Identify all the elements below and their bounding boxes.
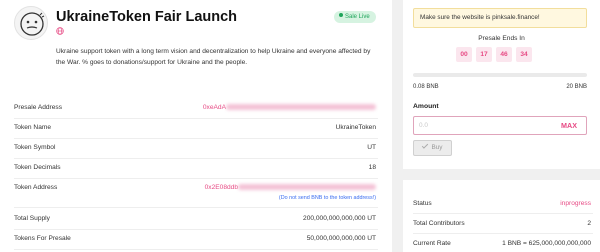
face-logo-icon: [20, 12, 45, 36]
countdown-hours: 17: [476, 47, 492, 62]
total-supply-row: Total Supply 200,000,000,000,000 UT: [14, 210, 378, 230]
detail-value: 18: [368, 164, 376, 171]
sale-progress-bar: [413, 73, 587, 77]
detail-label: Presale Address: [14, 104, 63, 111]
sale-stats-panel: Status inprogress Total Contributors 2 C…: [403, 180, 600, 252]
detail-value: 50,000,000,000,000 UT: [306, 235, 376, 242]
site-notice: Make sure the website is pinksale.financ…: [413, 8, 587, 28]
amount-input[interactable]: [419, 119, 539, 132]
live-dot-icon: [339, 13, 343, 17]
detail-label: Token Decimals: [14, 164, 61, 171]
stat-row-current-rate: Current Rate 1 BNB = 625,000,000,000,000: [413, 234, 593, 252]
website-globe-icon[interactable]: [56, 27, 64, 35]
token-name-row: Token Name UkraineToken: [14, 119, 378, 139]
stat-label: Status: [413, 200, 432, 207]
detail-value: 200,000,000,000,000 UT: [303, 215, 376, 222]
buy-button-label: Buy: [431, 144, 443, 151]
presale-ends-label: Presale Ends In: [478, 35, 525, 42]
stat-label: Current Rate: [413, 240, 451, 247]
token-address-row: Token Address 0x2E08ddb (Do not send BNB…: [14, 179, 378, 208]
token-address-link[interactable]: 0x2E08ddb: [205, 184, 376, 191]
presale-address-row: Presale Address 0xeAdA: [14, 99, 378, 119]
buy-button[interactable]: Buy: [413, 140, 452, 156]
progress-max-label: 20 BNB: [566, 84, 587, 90]
stat-value: inprogress: [560, 200, 591, 207]
detail-value: UT: [367, 144, 376, 151]
token-info-card: UkraineToken Fair Launch Sale Live Ukrai…: [0, 0, 392, 252]
progress-min-label: 0.08 BNB: [413, 84, 439, 90]
presale-address-link[interactable]: 0xeAdA: [203, 104, 376, 111]
detail-value: UkraineToken: [335, 124, 376, 131]
status-badge: Sale Live: [334, 11, 376, 23]
amount-field: MAX: [413, 116, 587, 135]
token-description: Ukraine support token with a long term v…: [56, 48, 371, 66]
token-address-warning: (Do not send BNB to the token address!): [278, 195, 376, 201]
token-logo: [14, 6, 48, 40]
presale-address-value: 0xeAdA: [202, 104, 226, 111]
stat-value: 1 BNB = 625,000,000,000,000: [502, 240, 591, 247]
detail-label: Tokens For Presale: [14, 235, 71, 242]
max-button[interactable]: MAX: [561, 121, 577, 130]
countdown-timer: 00 17 46 34: [456, 47, 532, 62]
presale-panel: Make sure the website is pinksale.financ…: [403, 0, 600, 169]
stat-value: 2: [587, 220, 591, 227]
stat-row-status: Status inprogress: [413, 194, 593, 214]
tokens-for-presale-row: Tokens For Presale 50,000,000,000,000 UT: [14, 230, 378, 250]
detail-label: Total Supply: [14, 215, 50, 222]
stat-label: Total Contributors: [413, 220, 465, 227]
token-symbol-row: Token Symbol UT: [14, 139, 378, 159]
redacted-address: [238, 184, 376, 190]
detail-label: Token Symbol: [14, 144, 56, 151]
countdown-seconds: 34: [516, 47, 532, 62]
amount-label: Amount: [413, 103, 439, 110]
detail-label: Token Name: [14, 124, 52, 131]
check-icon: [422, 142, 429, 149]
stat-row-contributors: Total Contributors 2: [413, 214, 593, 234]
redacted-address: [226, 104, 376, 110]
status-badge-label: Sale Live: [345, 14, 370, 20]
token-decimals-row: Token Decimals 18: [14, 159, 378, 179]
token-address-value: 0x2E08ddb: [204, 184, 238, 191]
detail-label: Token Address: [14, 184, 58, 191]
countdown-minutes: 46: [496, 47, 512, 62]
countdown-days: 00: [456, 47, 472, 62]
page-title: UkraineToken Fair Launch: [56, 9, 238, 25]
